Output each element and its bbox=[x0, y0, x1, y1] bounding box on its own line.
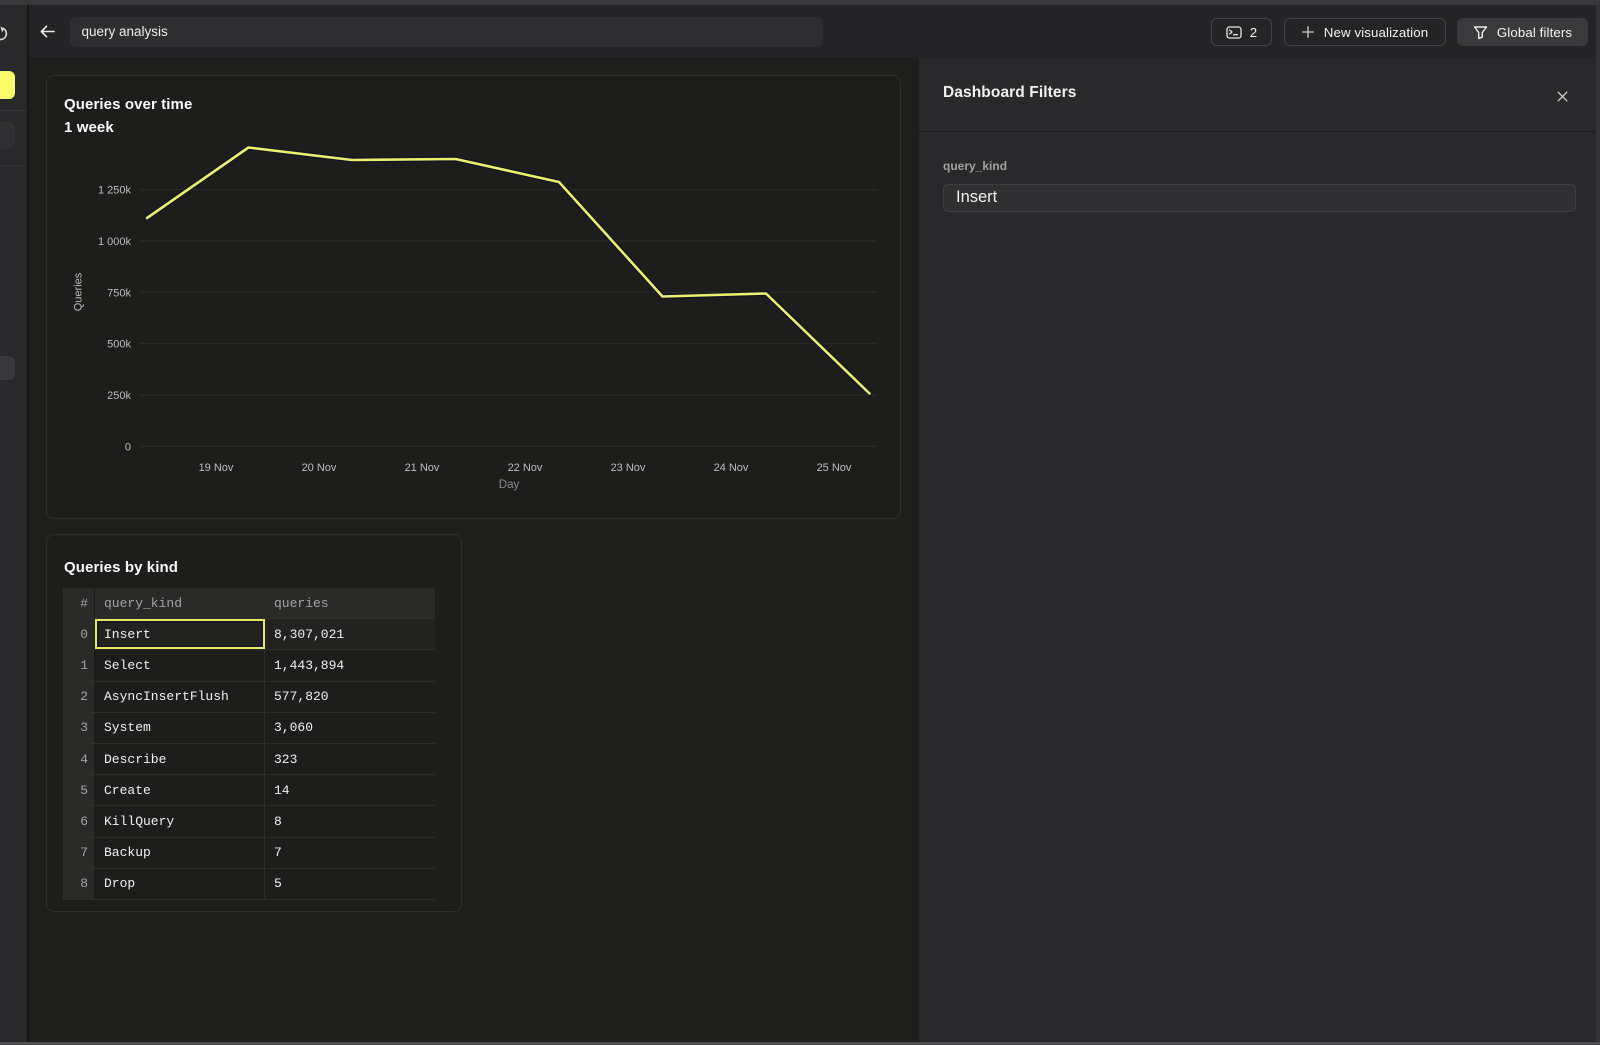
svg-text:23 Nov: 23 Nov bbox=[611, 462, 646, 474]
svg-text:0: 0 bbox=[125, 441, 131, 453]
svg-text:19 Nov: 19 Nov bbox=[199, 462, 234, 474]
svg-text:250k: 250k bbox=[107, 390, 131, 402]
svg-text:25 Nov: 25 Nov bbox=[817, 462, 852, 474]
svg-text:750k: 750k bbox=[107, 287, 131, 299]
svg-text:20 Nov: 20 Nov bbox=[302, 462, 337, 474]
svg-text:1 000k: 1 000k bbox=[98, 236, 132, 248]
svg-text:21 Nov: 21 Nov bbox=[405, 462, 440, 474]
svg-text:500k: 500k bbox=[107, 339, 131, 351]
svg-text:1 250k: 1 250k bbox=[98, 185, 132, 197]
svg-text:Queries: Queries bbox=[73, 272, 85, 311]
svg-text:Day: Day bbox=[499, 479, 520, 491]
svg-text:24 Nov: 24 Nov bbox=[714, 462, 749, 474]
svg-text:22 Nov: 22 Nov bbox=[508, 462, 543, 474]
